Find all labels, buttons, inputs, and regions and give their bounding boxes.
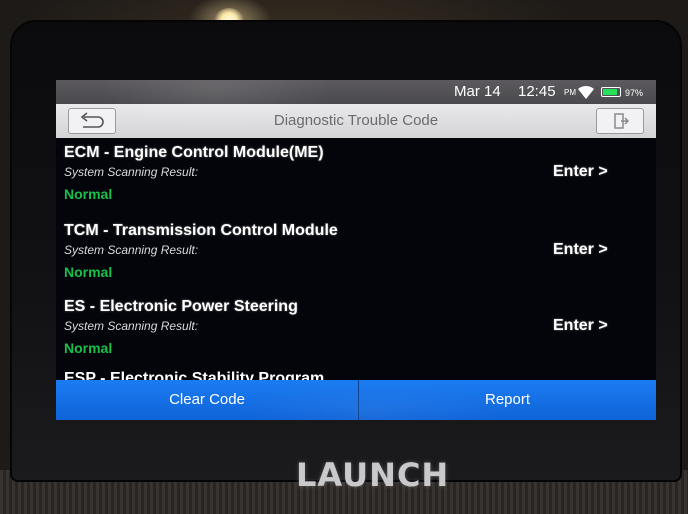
back-arrow-icon: [80, 112, 104, 128]
device-screen: Mar 14 12:45 PM 97% Diagnostic Trouble C…: [56, 80, 656, 420]
title-bar: Diagnostic Trouble Code: [56, 104, 656, 138]
list-item[interactable]: ECM - Engine Control Module(ME) System S…: [56, 144, 656, 224]
module-name: TCM - Transmission Control Module: [64, 222, 338, 239]
clear-code-button[interactable]: Clear Code: [56, 380, 359, 420]
battery-percentage: 97%: [625, 88, 644, 98]
status-date: Mar 14: [454, 83, 501, 100]
exit-button[interactable]: [596, 108, 644, 134]
bottom-action-bar: Clear Code Report: [56, 380, 656, 420]
report-button[interactable]: Report: [359, 380, 656, 420]
module-list: ECM - Engine Control Module(ME) System S…: [56, 138, 656, 380]
enter-button[interactable]: Enter >: [553, 317, 608, 335]
battery-icon: [601, 87, 621, 97]
device-brand-logo: LAUNCH: [296, 456, 450, 494]
module-status: Normal: [64, 340, 113, 356]
page-title: Diagnostic Trouble Code: [273, 112, 439, 129]
module-name: ECM - Engine Control Module(ME): [64, 144, 324, 161]
module-status: Normal: [64, 186, 113, 202]
module-scan-label: System Scanning Result:: [64, 165, 199, 179]
enter-button[interactable]: Enter >: [553, 163, 608, 181]
status-ampm: PM: [564, 88, 576, 97]
battery-level: [603, 89, 617, 95]
list-item[interactable]: TCM - Transmission Control Module System…: [56, 222, 656, 302]
status-time: 12:45: [518, 83, 556, 100]
module-scan-label: System Scanning Result:: [64, 319, 199, 333]
module-status: Normal: [64, 264, 113, 280]
enter-button[interactable]: Enter >: [553, 241, 608, 259]
module-name: ES - Electronic Power Steering: [64, 298, 298, 315]
back-button[interactable]: [68, 108, 116, 134]
list-item[interactable]: ES - Electronic Power Steering System Sc…: [56, 298, 656, 378]
wifi-icon: [578, 85, 594, 99]
partial-module-name[interactable]: ESP - Electronic Stability Program: [64, 370, 324, 380]
module-scan-label: System Scanning Result:: [64, 243, 199, 257]
exit-icon: [614, 113, 630, 129]
status-bar: Mar 14 12:45 PM 97%: [56, 80, 656, 104]
